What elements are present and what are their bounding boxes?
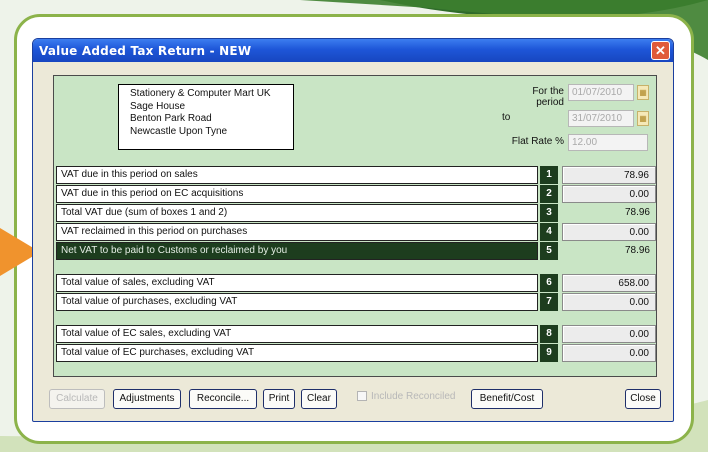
include-reconciled-label: Include Reconciled bbox=[371, 391, 456, 402]
row-label-box4: VAT reclaimed in this period on purchase… bbox=[56, 223, 538, 241]
button-bar: Calculate Adjustments Reconcile... Print… bbox=[33, 385, 673, 415]
period-from-field[interactable]: 01/07/2010 bbox=[568, 84, 634, 101]
box2-value-field[interactable]: 0.00 bbox=[562, 185, 656, 203]
company-address: Stationery & Computer Mart UK Sage House… bbox=[118, 84, 294, 150]
box-number-3: 3 bbox=[540, 204, 558, 222]
period-to-label: to bbox=[502, 112, 511, 123]
address-line: Stationery & Computer Mart UK bbox=[130, 88, 271, 99]
row-label-box3: Total VAT due (sum of boxes 1 and 2) bbox=[56, 204, 538, 222]
row-label-box6: Total value of sales, excluding VAT bbox=[56, 274, 538, 292]
calendar-icon[interactable]: ▦ bbox=[637, 111, 649, 126]
benefit-cost-button[interactable]: Benefit/Cost bbox=[471, 389, 543, 409]
box9-value-field[interactable]: 0.00 bbox=[562, 344, 656, 362]
close-button[interactable]: Close bbox=[625, 389, 661, 409]
box-number-2: 2 bbox=[540, 185, 558, 203]
address-line: Benton Park Road bbox=[130, 113, 212, 124]
address-line: Newcastle Upon Tyne bbox=[130, 125, 228, 137]
clear-button[interactable]: Clear bbox=[301, 389, 337, 409]
vat-panel: Stationery & Computer Mart UK Sage House… bbox=[53, 75, 657, 377]
box-number-9: 9 bbox=[540, 344, 558, 362]
box7-value-field[interactable]: 0.00 bbox=[562, 293, 656, 311]
calculate-button[interactable]: Calculate bbox=[49, 389, 105, 409]
flat-rate-label: Flat Rate % bbox=[511, 136, 564, 147]
box-number-6: 6 bbox=[540, 274, 558, 292]
row-label-box8: Total value of EC sales, excluding VAT bbox=[56, 325, 538, 343]
row-label-box1: VAT due in this period on sales bbox=[56, 166, 538, 184]
box-number-4: 4 bbox=[540, 223, 558, 241]
row-label-box2: VAT due in this period on EC acquisition… bbox=[56, 185, 538, 203]
period-from-label: For the period bbox=[532, 86, 564, 108]
vat-return-window: Value Added Tax Return - NEW ✕ Stationer… bbox=[32, 38, 674, 422]
row-label-box5: Net VAT to be paid to Customs or reclaim… bbox=[56, 242, 538, 260]
box3-value: 78.96 bbox=[624, 207, 650, 218]
address-line: Sage House bbox=[130, 100, 186, 112]
reconcile-button[interactable]: Reconcile... bbox=[189, 389, 257, 409]
box-number-5: 5 bbox=[540, 242, 558, 260]
row-label-box9: Total value of EC purchases, excluding V… bbox=[56, 344, 538, 362]
title-bar[interactable]: Value Added Tax Return - NEW ✕ bbox=[33, 39, 673, 62]
adjustments-button[interactable]: Adjustments bbox=[113, 389, 181, 409]
include-reconciled-checkbox[interactable] bbox=[357, 391, 367, 401]
box-number-1: 1 bbox=[540, 166, 558, 184]
box6-value-field[interactable]: 658.00 bbox=[562, 274, 656, 292]
box4-value-field[interactable]: 0.00 bbox=[562, 223, 656, 241]
window-close-icon[interactable]: ✕ bbox=[651, 41, 670, 60]
box8-value-field[interactable]: 0.00 bbox=[562, 325, 656, 343]
flat-rate-field[interactable]: 12.00 bbox=[568, 134, 648, 151]
box-number-8: 8 bbox=[540, 325, 558, 343]
row-label-box7: Total value of purchases, excluding VAT bbox=[56, 293, 538, 311]
period-to-field[interactable]: 31/07/2010 bbox=[568, 110, 634, 127]
box1-value-field[interactable]: 78.96 bbox=[562, 166, 656, 184]
box-number-7: 7 bbox=[540, 293, 558, 311]
window-title: Value Added Tax Return - NEW bbox=[39, 43, 252, 58]
print-button[interactable]: Print bbox=[263, 389, 295, 409]
calendar-icon[interactable]: ▦ bbox=[637, 85, 649, 100]
box5-value: 78.96 bbox=[624, 245, 650, 256]
